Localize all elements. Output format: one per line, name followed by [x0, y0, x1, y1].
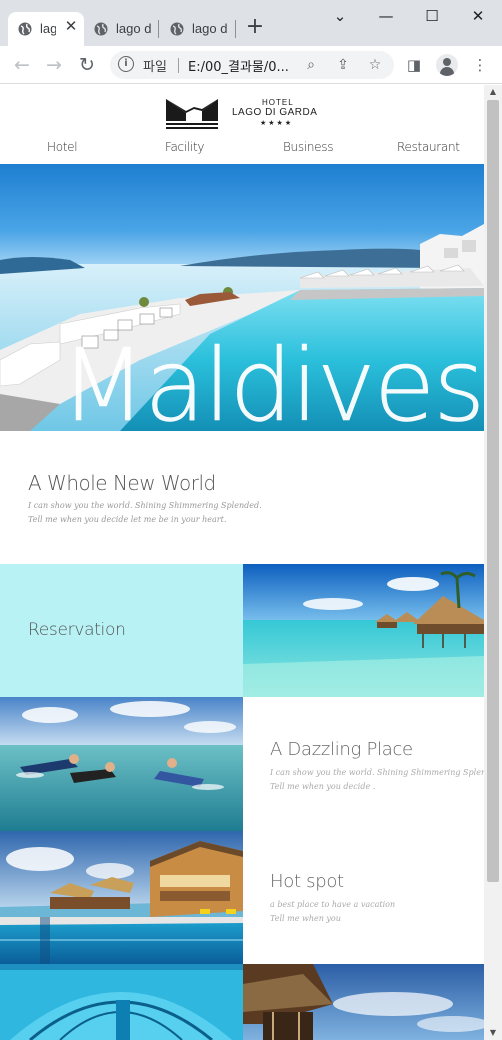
address-bar[interactable]: i 파일 E:/00_결과물/0... ⌕ ⇪ ☆ — [110, 51, 394, 79]
hot-spot-text-line-1: a best place to have a vacation — [270, 900, 396, 909]
plus-icon[interactable]: + — [244, 16, 266, 38]
kebab-menu-icon[interactable]: ⋮ — [470, 55, 490, 75]
scrollbar-thumb[interactable] — [487, 100, 499, 882]
page-viewport: HOTEL LAGO DI GARDA ★★★★ Hotel Facility … — [0, 85, 484, 1040]
tab-label: lago d — [192, 21, 228, 36]
scroll-up-arrow-icon[interactable]: ▲ — [484, 85, 502, 99]
maximize-icon[interactable]: ☐ — [420, 4, 444, 28]
minimize-icon[interactable]: — — [374, 4, 398, 28]
intro-heading: A Whole New World — [28, 471, 216, 495]
intro-section: A Whole New World I can show you the wor… — [0, 431, 484, 564]
resort-pool-image — [0, 831, 243, 964]
nav-item-facility[interactable]: Facility — [165, 140, 204, 154]
hot-spot-text-line-2: Tell me when you — [270, 914, 341, 923]
reservation-label: Reservation — [28, 620, 126, 640]
hero-title: Maldives — [60, 327, 484, 431]
hot-spot-tile[interactable]: Hot spot a best place to have a vacation… — [243, 831, 484, 964]
dazzling-heading: A Dazzling Place — [270, 739, 413, 760]
tab-separator — [158, 20, 159, 38]
tab-label: lago d — [116, 21, 152, 36]
reservation-tile[interactable]: Reservation — [0, 564, 243, 697]
hero-banner: Maldives — [0, 164, 484, 431]
tab-2[interactable]: lago d — [84, 12, 158, 46]
dazzling-text-line-1: I can show you the world. Shining Shimme… — [270, 768, 484, 777]
reload-icon[interactable]: ↻ — [75, 53, 99, 77]
zoom-icon[interactable]: ⌕ — [301, 55, 321, 75]
logo-stars: ★★★★ — [260, 119, 294, 127]
tab-active[interactable]: lag ✕ — [8, 12, 84, 46]
browser-toolbar: ← → ↻ i 파일 E:/00_결과물/0... ⌕ ⇪ ☆ ◨ ⋮ — [0, 46, 502, 84]
logo-hotel-text: HOTEL — [262, 98, 294, 107]
swimmers-image — [0, 697, 243, 831]
tab-separator — [235, 20, 236, 38]
star-bookmark-icon[interactable]: ☆ — [365, 55, 385, 75]
page-scrollbar[interactable]: ▲ ▼ — [484, 85, 502, 1040]
logo-name-text: LAGO DI GARDA — [232, 107, 318, 118]
side-panel-icon[interactable]: ◨ — [404, 55, 424, 75]
site-header: HOTEL LAGO DI GARDA ★★★★ Hotel Facility … — [0, 85, 484, 164]
chevron-down-icon[interactable]: ⌄ — [328, 4, 352, 28]
intro-text-line-2: Tell me when you decide let me be in you… — [28, 515, 227, 524]
logo-mark-icon — [166, 99, 218, 129]
tab-label: lag — [40, 21, 56, 36]
intro-text-line-1: I can show you the world. Shining Shimme… — [28, 501, 262, 510]
dazzling-text-line-2: Tell me when you decide . — [270, 782, 376, 791]
close-tab-icon[interactable]: ✕ — [62, 18, 80, 36]
tab-3[interactable]: lago d — [160, 12, 234, 46]
globe-icon — [18, 22, 32, 36]
overwater-bungalow-image — [243, 564, 484, 697]
file-scheme-label: 파일 — [143, 60, 167, 75]
forward-arrow-icon[interactable]: → — [42, 53, 66, 77]
nav-item-business[interactable]: Business — [283, 140, 333, 154]
nav-item-hotel[interactable]: Hotel — [47, 140, 78, 154]
share-icon[interactable]: ⇪ — [333, 55, 353, 75]
scroll-down-arrow-icon[interactable]: ▼ — [484, 1026, 502, 1040]
hot-spot-heading: Hot spot — [270, 871, 344, 892]
globe-icon — [94, 22, 108, 36]
omnibox-divider — [178, 58, 179, 73]
info-icon[interactable]: i — [118, 56, 134, 72]
profile-avatar-icon[interactable] — [436, 54, 458, 76]
underwater-dome-image — [0, 964, 243, 1040]
close-window-icon[interactable]: ✕ — [466, 4, 490, 28]
dazzling-place-tile[interactable]: A Dazzling Place I can show you the worl… — [243, 697, 484, 831]
beach-hut-image — [243, 964, 484, 1040]
globe-icon — [170, 22, 184, 36]
url-text[interactable]: E:/00_결과물/0... — [188, 56, 306, 75]
browser-tab-bar: lag ✕ lago d lago d + ⌄ — ☐ ✕ — [0, 0, 502, 46]
nav-item-restaurant[interactable]: Restaurant — [397, 140, 460, 154]
main-nav: Hotel Facility Business Restaurant — [0, 140, 484, 162]
hotel-logo[interactable]: HOTEL LAGO DI GARDA ★★★★ — [164, 97, 324, 131]
back-arrow-icon[interactable]: ← — [10, 53, 34, 77]
